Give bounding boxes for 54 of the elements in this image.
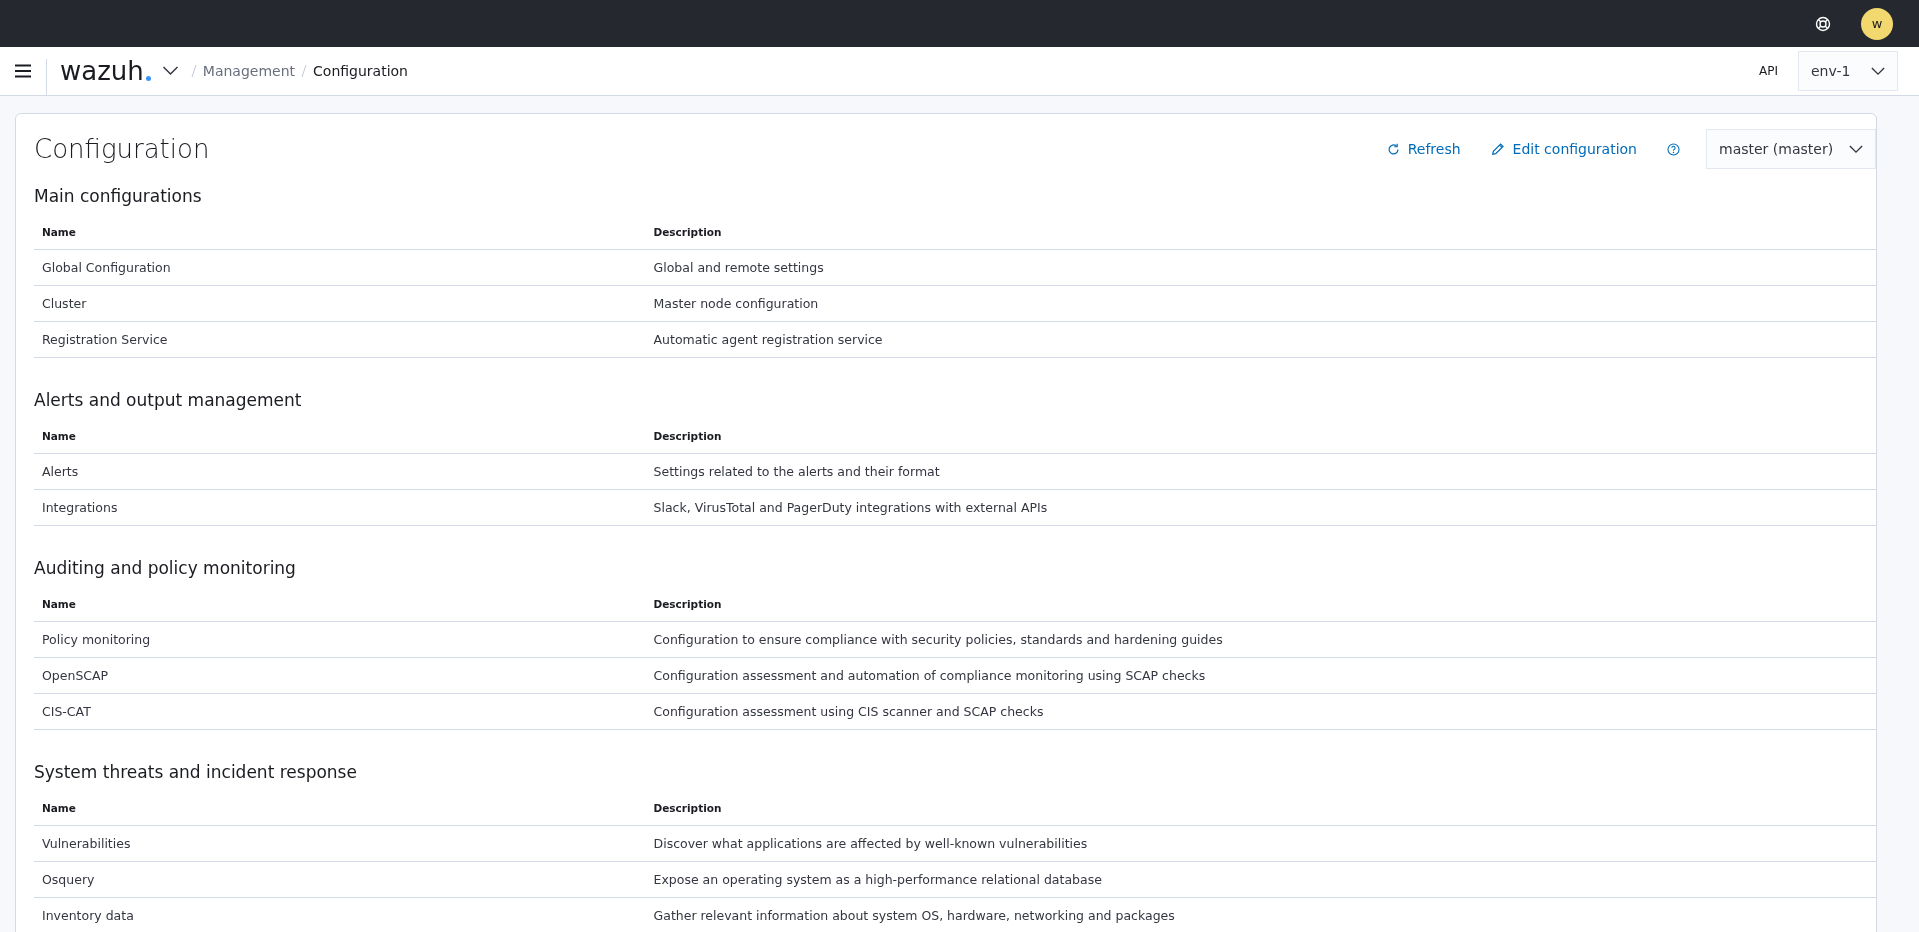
column-header: Description [653, 597, 722, 610]
page-title: Configuration [34, 134, 210, 164]
logo[interactable]: wazuh [60, 58, 151, 84]
section-title: Auditing and policy monitoring [34, 558, 297, 578]
section-title: Main configurations [34, 186, 203, 206]
table-cell: Expose an operating system as a high-performance relational database [653, 872, 1102, 887]
table-cell[interactable]: Global Configuration [42, 260, 171, 275]
lifebuoy-icon[interactable] [1815, 15, 1831, 32]
column-header: Description [653, 801, 722, 814]
breadcrumb-separator-icon [190, 64, 197, 78]
api-select[interactable]: env-1 [1798, 51, 1898, 91]
user-avatar[interactable]: w [1861, 7, 1893, 40]
table-cell[interactable]: Alerts [42, 464, 79, 479]
menu-icon[interactable] [15, 64, 31, 78]
table-cell[interactable]: CIS-CAT [42, 704, 91, 719]
node-select[interactable]: master (master) [1706, 129, 1876, 169]
table-cell: Settings related to the alerts and their format [653, 464, 940, 479]
column-header: Name [42, 801, 76, 814]
chevron-down-icon [1871, 66, 1885, 76]
column-header: Description [653, 225, 722, 238]
table-cell: Configuration to ensure compliance with security policies, standards and hardening guides [653, 632, 1223, 647]
table-cell: Global and remote settings [653, 260, 824, 275]
current-page-label: Configuration [313, 63, 408, 79]
chevron-down-icon[interactable] [161, 66, 179, 76]
table-cell: Configuration assessment using CIS scanner and SCAP checks [653, 704, 1044, 719]
column-header: Description [653, 429, 722, 442]
section-title: Alerts and output management [34, 390, 303, 410]
chevron-down-icon [1849, 144, 1863, 154]
table-cell[interactable]: Inventory data [42, 908, 134, 923]
table-cell[interactable]: OpenSCAP [42, 668, 109, 683]
table-cell: Slack, VirusTotal and PagerDuty integrations with external APIs [653, 500, 1048, 515]
table-cell[interactable]: Vulnerabilities [42, 836, 131, 851]
column-header: Name [42, 597, 76, 610]
table-cell: Automatic agent registration service [653, 332, 883, 347]
table-cell[interactable]: Osquery [42, 872, 95, 887]
refresh-button[interactable]: Refresh [1386, 141, 1461, 157]
table-cell: Configuration assessment and automation of compliance monitoring using SCAP checks [653, 668, 1206, 683]
table-cell[interactable]: Cluster [42, 296, 87, 311]
table-cell[interactable]: Integrations [42, 500, 118, 515]
help-icon[interactable] [1667, 142, 1680, 156]
table-cell: Gather relevant information about system OS, hardware, networking and packages [653, 908, 1175, 923]
table-cell: Master node configuration [653, 296, 819, 311]
column-header: Name [42, 225, 76, 238]
table-cell: Discover what applications are affected by well-known vulnerabilities [653, 836, 1088, 851]
api-label: API [1759, 64, 1778, 78]
section-title: System threats and incident response [34, 762, 358, 782]
table-cell[interactable]: Policy monitoring [42, 632, 151, 647]
refresh-icon [1386, 142, 1400, 156]
table-cell[interactable]: Registration Service [42, 332, 168, 347]
column-header: Name [42, 429, 76, 442]
edit-configuration-button[interactable]: Edit configuration [1490, 141, 1637, 157]
breadcrumb-link[interactable]: Management [202, 63, 296, 79]
pencil-icon [1490, 142, 1505, 156]
breadcrumb-separator-icon [301, 64, 308, 78]
